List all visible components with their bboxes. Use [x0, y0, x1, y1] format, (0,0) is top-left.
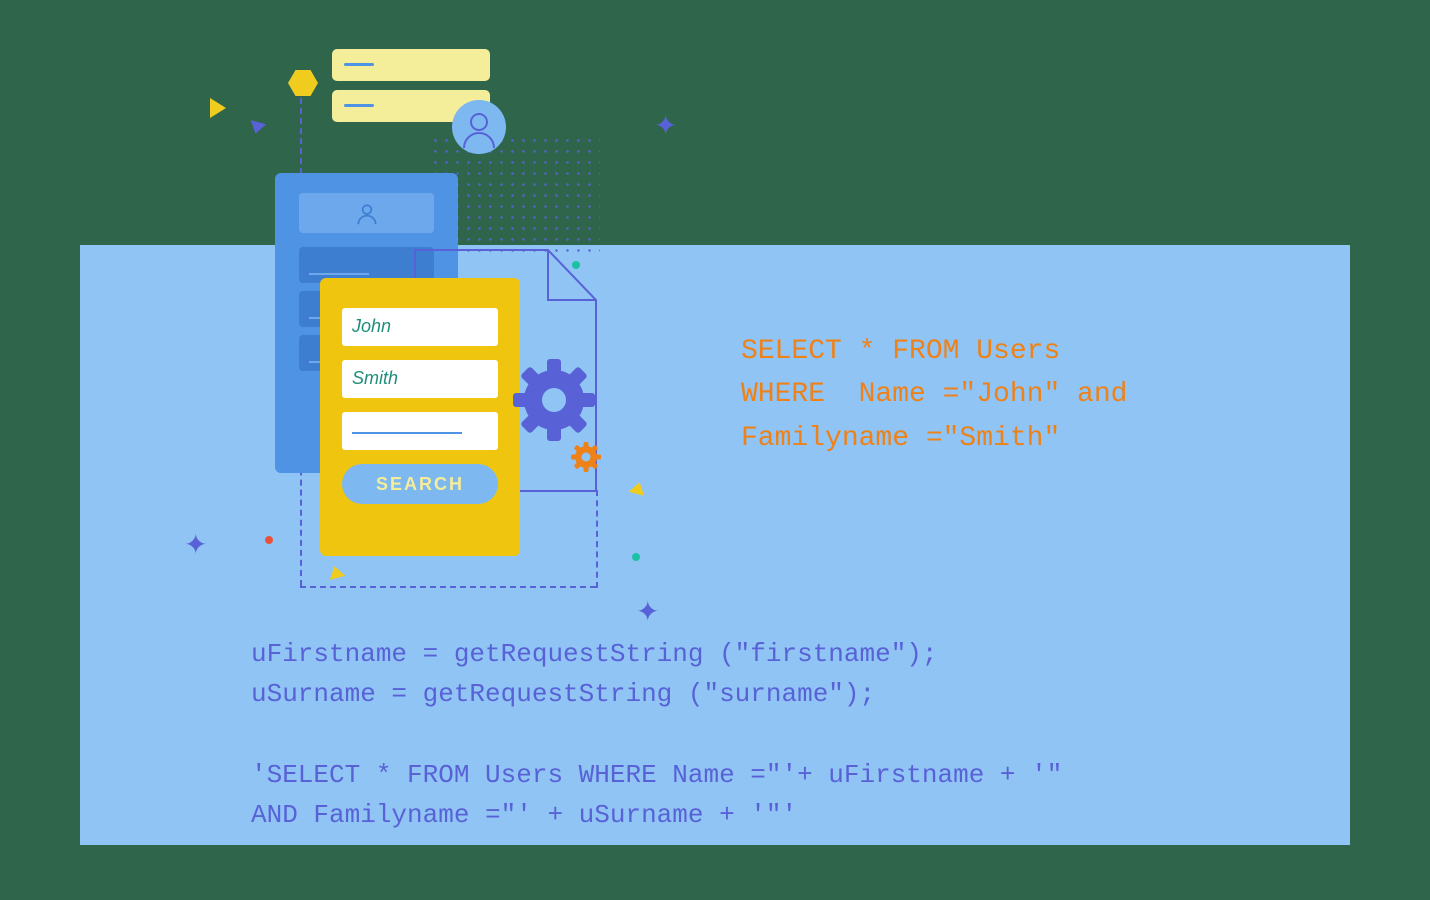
- connector-line: [300, 586, 596, 588]
- small-gear-icon: [571, 442, 601, 472]
- plus-icon: ✦: [184, 528, 207, 561]
- user-avatar-icon: [452, 100, 506, 154]
- dot-decoration: [632, 553, 640, 561]
- firstname-value: John: [352, 316, 391, 336]
- search-button-label: SEARCH: [376, 474, 464, 495]
- code-line: AND Familyname ="' + uSurname + '"': [251, 800, 797, 830]
- plus-icon: ✦: [636, 595, 659, 628]
- connector-line: [596, 490, 598, 588]
- triangle-icon: [248, 120, 267, 136]
- sql-line: WHERE Name ="John" and: [741, 379, 1127, 410]
- search-form-card: John Smith SEARCH: [320, 278, 520, 556]
- sql-line: Familyname ="Smith": [741, 423, 1060, 454]
- sql-query-display: SELECT * FROM Users WHERE Name ="John" a…: [741, 330, 1127, 460]
- code-line: 'SELECT * FROM Users WHERE Name ="'+ uFi…: [251, 760, 1062, 790]
- sql-line: SELECT * FROM Users: [741, 336, 1060, 367]
- code-line: uFirstname = getRequestString ("firstnam…: [251, 639, 938, 669]
- surname-value: Smith: [352, 368, 398, 388]
- list-item-placeholder: [332, 49, 490, 81]
- firstname-input[interactable]: John: [342, 308, 498, 346]
- search-button[interactable]: SEARCH: [342, 464, 498, 504]
- hexagon-icon: [288, 68, 318, 98]
- code-snippet-display: uFirstname = getRequestString ("firstnam…: [251, 634, 1062, 835]
- avatar-placeholder: [299, 193, 434, 233]
- dot-decoration: [265, 536, 273, 544]
- code-line: uSurname = getRequestString ("surname");: [251, 679, 875, 709]
- surname-input[interactable]: Smith: [342, 360, 498, 398]
- gear-icon: [513, 359, 595, 441]
- extra-input[interactable]: [342, 412, 498, 450]
- triangle-icon: [210, 98, 226, 118]
- plus-icon: ✦: [654, 109, 677, 142]
